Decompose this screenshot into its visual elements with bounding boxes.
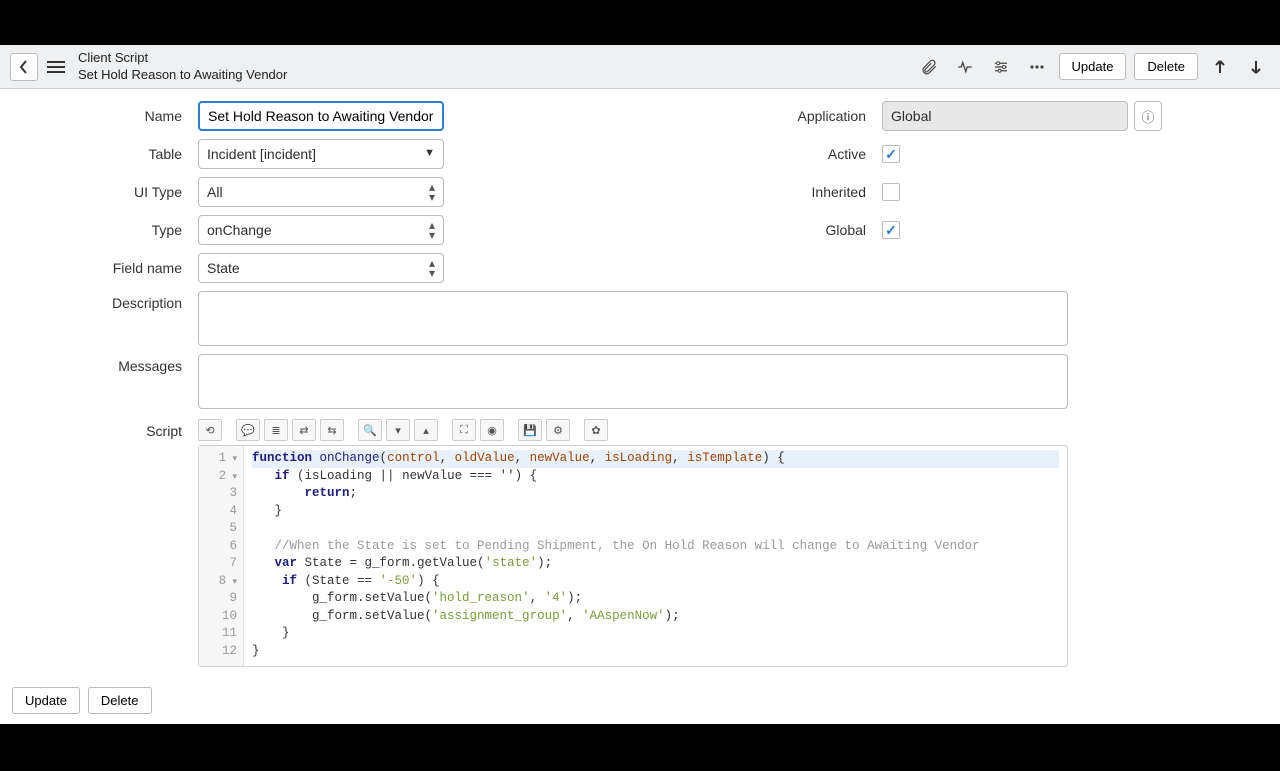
back-button[interactable] bbox=[10, 53, 38, 81]
name-input[interactable] bbox=[198, 101, 444, 131]
toolbar-down-icon[interactable]: ▾ bbox=[386, 419, 410, 441]
updown-icon: ▴▾ bbox=[429, 182, 435, 202]
global-label: Global bbox=[720, 222, 882, 238]
table-select[interactable]: Incident [incident] ▼ bbox=[198, 139, 444, 169]
toolbar-save-icon[interactable]: 💾 bbox=[518, 419, 542, 441]
description-label: Description bbox=[36, 291, 198, 311]
chevron-down-icon: ▼ bbox=[424, 147, 435, 159]
next-record-button[interactable] bbox=[1242, 53, 1270, 81]
settings-icon[interactable] bbox=[987, 53, 1015, 81]
line-gutter: 1 ▾2 ▾345678 ▾9101112 bbox=[199, 446, 244, 666]
type-label: Type bbox=[36, 222, 198, 238]
name-label: Name bbox=[36, 108, 198, 124]
activity-icon[interactable] bbox=[951, 53, 979, 81]
fieldname-label: Field name bbox=[36, 260, 198, 276]
update-button-bottom[interactable]: Update bbox=[12, 687, 80, 714]
prev-record-button[interactable] bbox=[1206, 53, 1234, 81]
more-icon[interactable] bbox=[1023, 53, 1051, 81]
active-label: Active bbox=[720, 146, 882, 162]
inherited-checkbox[interactable] bbox=[882, 183, 900, 201]
toolbar-search-icon[interactable]: 🔍 bbox=[358, 419, 382, 441]
record-name-label: Set Hold Reason to Awaiting Vendor bbox=[78, 67, 287, 84]
toolbar-btn-13[interactable]: ✿ bbox=[584, 419, 608, 441]
toolbar-up-icon[interactable]: ▴ bbox=[414, 419, 438, 441]
application-label: Application bbox=[720, 108, 882, 124]
toolbar-btn-5[interactable]: ⇆ bbox=[320, 419, 344, 441]
application-select[interactable]: Global bbox=[882, 101, 1128, 131]
table-label: Table bbox=[36, 146, 198, 162]
context-menu-button[interactable] bbox=[42, 53, 70, 81]
toolbar-comment-icon[interactable]: 💬 bbox=[236, 419, 260, 441]
toolbar-btn-4[interactable]: ⇄ bbox=[292, 419, 316, 441]
active-checkbox[interactable] bbox=[882, 145, 900, 163]
type-select[interactable]: onChange ▴▾ bbox=[198, 215, 444, 245]
code-content[interactable]: function onChange(control, oldValue, new… bbox=[244, 446, 1067, 666]
toolbar-btn-1[interactable]: ⟲ bbox=[198, 419, 222, 441]
script-toolbar: ⟲ 💬 ≣ ⇄ ⇆ 🔍 ▾ ▴ ⛶ ◉ 💾 ⚙ ✿ bbox=[198, 417, 1068, 443]
updown-icon: ▴▾ bbox=[429, 220, 435, 240]
fieldname-select[interactable]: State ▴▾ bbox=[198, 253, 444, 283]
delete-button-bottom[interactable]: Delete bbox=[88, 687, 152, 714]
uitype-select[interactable]: All ▴▾ bbox=[198, 177, 444, 207]
update-button[interactable]: Update bbox=[1059, 53, 1127, 80]
page-title: Client Script Set Hold Reason to Awaitin… bbox=[78, 50, 287, 84]
inherited-label: Inherited bbox=[720, 184, 882, 200]
script-label: Script bbox=[36, 417, 198, 439]
toolbar-format-icon[interactable]: ≣ bbox=[264, 419, 288, 441]
updown-icon: ▴▾ bbox=[429, 258, 435, 278]
delete-button[interactable]: Delete bbox=[1134, 53, 1198, 80]
attachment-icon[interactable] bbox=[915, 53, 943, 81]
toolbar-fullscreen-icon[interactable]: ⛶ bbox=[452, 419, 476, 441]
messages-textarea[interactable] bbox=[198, 354, 1068, 409]
toolbar-help-icon[interactable]: ◉ bbox=[480, 419, 504, 441]
global-checkbox[interactable] bbox=[882, 221, 900, 239]
uitype-label: UI Type bbox=[36, 184, 198, 200]
toolbar-btn-12[interactable]: ⚙ bbox=[546, 419, 570, 441]
script-editor[interactable]: 1 ▾2 ▾345678 ▾9101112 function onChange(… bbox=[198, 445, 1068, 667]
application-info-icon[interactable]: ⓘ bbox=[1134, 101, 1162, 131]
form-header: Client Script Set Hold Reason to Awaitin… bbox=[0, 45, 1280, 89]
description-textarea[interactable] bbox=[198, 291, 1068, 346]
messages-label: Messages bbox=[36, 354, 198, 374]
record-type-label: Client Script bbox=[78, 50, 287, 67]
